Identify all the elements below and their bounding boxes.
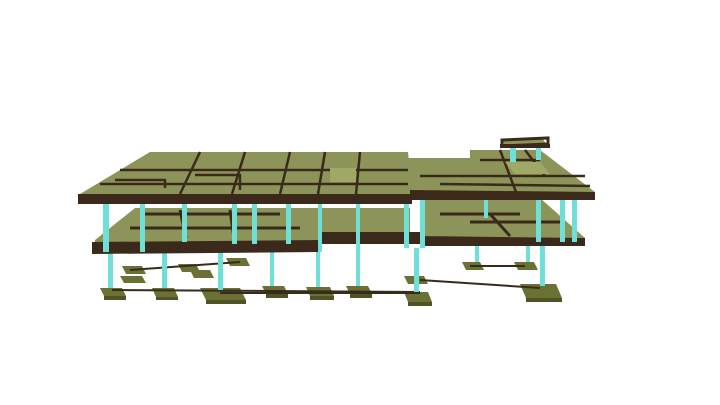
first-floor-slab bbox=[92, 198, 585, 254]
structural-model-3d[interactable] bbox=[0, 0, 720, 405]
footing bbox=[266, 294, 288, 298]
column bbox=[182, 204, 187, 242]
footing bbox=[120, 276, 146, 283]
footing bbox=[350, 294, 372, 298]
footing bbox=[104, 296, 126, 300]
column bbox=[414, 248, 419, 292]
column bbox=[404, 204, 409, 248]
column bbox=[560, 196, 565, 242]
footing bbox=[408, 302, 432, 306]
column bbox=[103, 202, 109, 252]
column bbox=[218, 252, 223, 290]
column bbox=[356, 204, 360, 246]
column bbox=[252, 204, 257, 244]
column bbox=[420, 196, 425, 248]
footing bbox=[206, 300, 246, 304]
column bbox=[140, 202, 145, 252]
column bbox=[286, 204, 291, 244]
column bbox=[270, 252, 274, 286]
column bbox=[108, 252, 113, 288]
column bbox=[316, 252, 320, 287]
column bbox=[162, 252, 167, 288]
column bbox=[572, 196, 577, 242]
column bbox=[540, 246, 545, 286]
column bbox=[318, 204, 322, 252]
column bbox=[232, 204, 237, 244]
column bbox=[356, 246, 360, 286]
column bbox=[536, 196, 541, 242]
model-viewport[interactable] bbox=[0, 0, 720, 405]
roof-slab bbox=[78, 149, 595, 204]
footing bbox=[156, 297, 178, 300]
footing bbox=[310, 296, 334, 300]
footing bbox=[190, 270, 214, 278]
footing bbox=[526, 298, 562, 302]
